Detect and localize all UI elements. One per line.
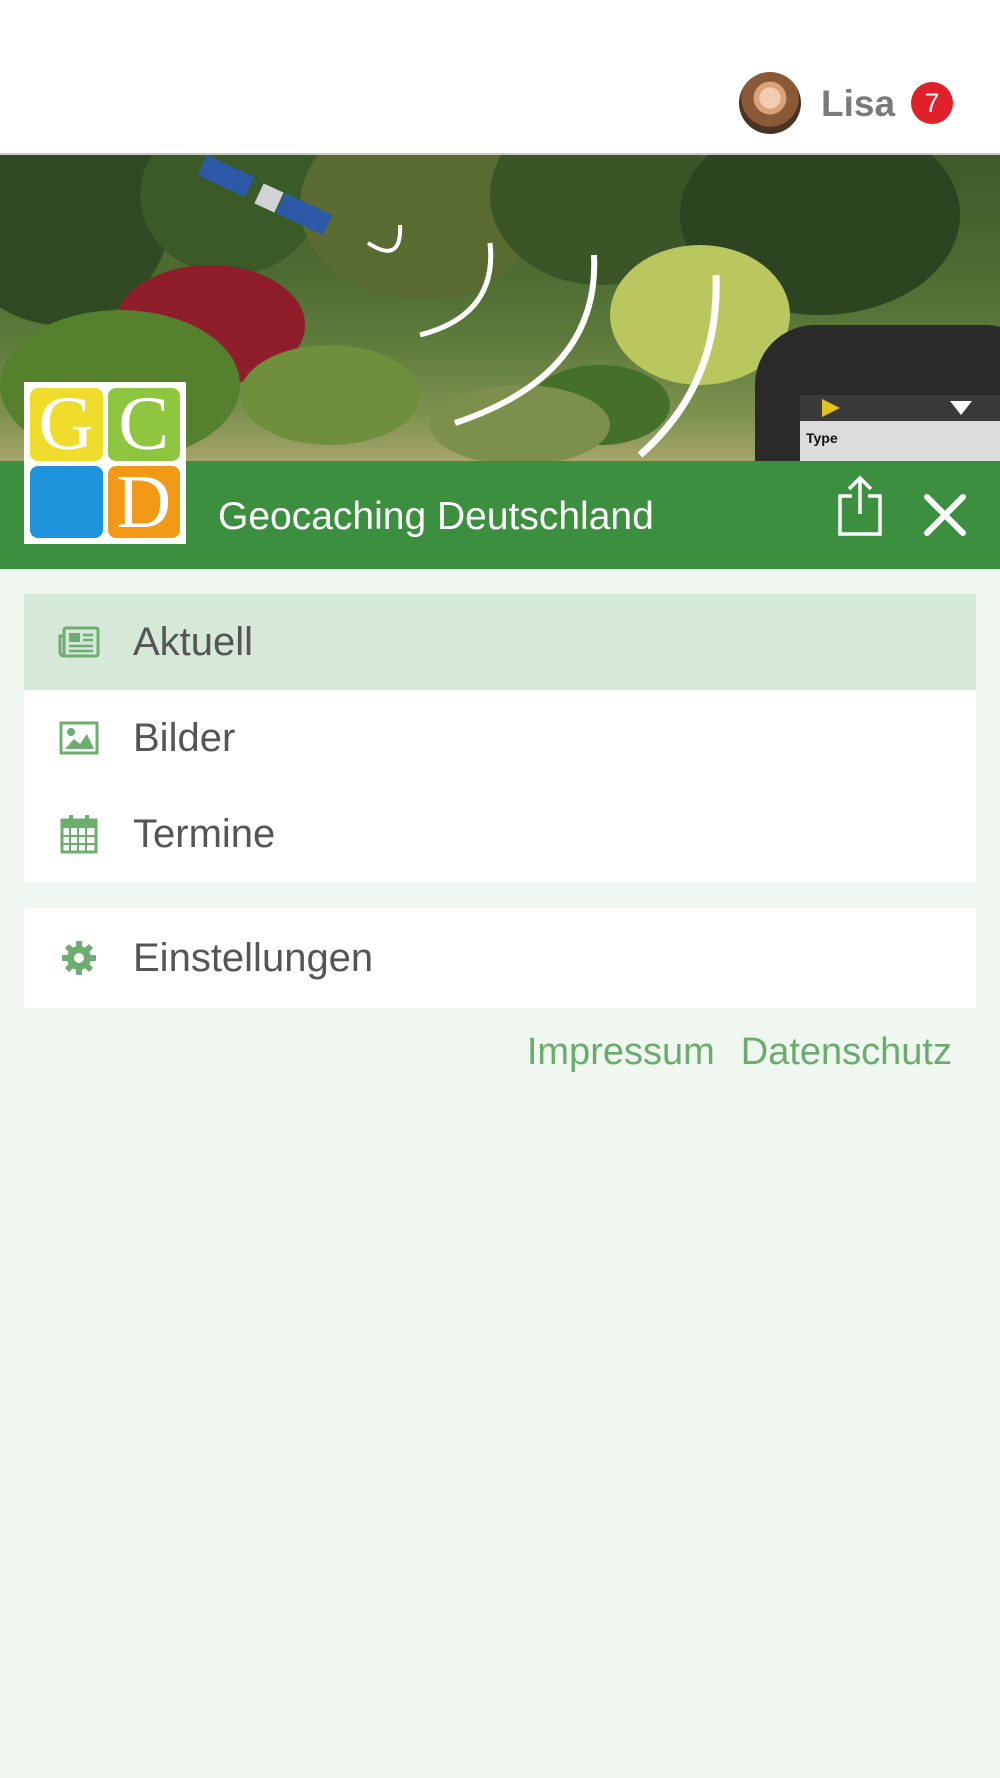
calendar-icon [56, 811, 102, 857]
menu-item-termine[interactable]: Termine [24, 786, 976, 882]
close-button[interactable] [922, 492, 968, 538]
datenschutz-link[interactable]: Datenschutz [741, 1030, 952, 1074]
gcd-logo: G C D [24, 382, 186, 544]
menu-item-label: Einstellungen [133, 936, 374, 980]
menu-item-label: Bilder [133, 716, 236, 760]
notification-badge[interactable]: 7 [911, 82, 953, 124]
impressum-link[interactable]: Impressum [527, 1030, 715, 1074]
top-bar: Lisa 7 [0, 0, 1000, 155]
logo-tile-blue [30, 465, 103, 538]
username[interactable]: Lisa [821, 82, 895, 126]
menu-item-label: Termine [133, 812, 276, 856]
main-menu: Aktuell Bilder Termine [24, 594, 976, 882]
device-type-label: Type [806, 430, 838, 446]
logo-tile-g: G [30, 386, 103, 462]
menu-item-bilder[interactable]: Bilder [24, 690, 976, 786]
menu-item-label: Aktuell [133, 620, 254, 664]
share-button[interactable] [832, 474, 888, 538]
app-title: Geocaching Deutschland [218, 495, 654, 538]
settings-menu: Einstellungen [24, 908, 976, 1008]
gear-icon [56, 935, 102, 981]
menu-item-aktuell[interactable]: Aktuell [24, 594, 976, 690]
menu-item-einstellungen[interactable]: Einstellungen [24, 908, 976, 1008]
footer-links: Impressum Datenschutz [527, 1030, 952, 1074]
logo-tile-c: C [107, 386, 180, 462]
share-icon [838, 475, 882, 536]
image-icon [56, 715, 102, 761]
logo-tile-d: D [107, 464, 180, 539]
close-icon [924, 494, 966, 536]
newspaper-icon [56, 619, 102, 665]
avatar[interactable] [739, 72, 801, 134]
